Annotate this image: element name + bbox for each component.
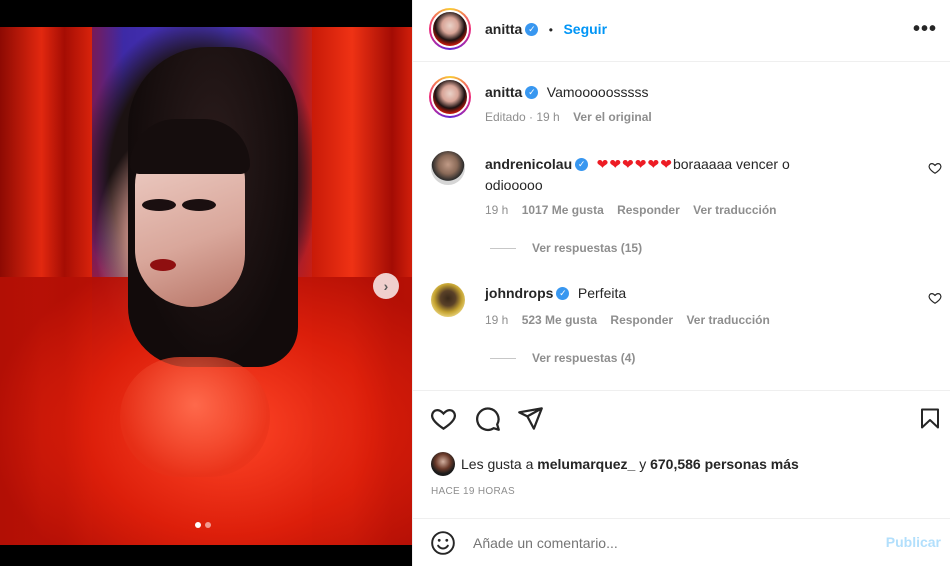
post-header: anitta ✓ • Seguir •••: [413, 0, 950, 62]
view-replies-label[interactable]: Ver respuestas (15): [532, 241, 642, 255]
caption-edited-time: Editado · 19 h: [485, 110, 560, 124]
emoji-icon[interactable]: [430, 530, 456, 556]
comment-avatar-johndrops[interactable]: [431, 283, 465, 317]
carousel-next-button[interactable]: ›: [373, 273, 399, 299]
post-photo: [0, 27, 412, 545]
chevron-right-icon: ›: [383, 278, 389, 294]
bookmark-icon[interactable]: [918, 405, 942, 432]
comment-time: 19 h: [485, 203, 509, 217]
comment-text-line2: odiooooo: [485, 177, 543, 193]
comment-andrenicolau: andrenicolau ✓ ❤❤❤❤❤❤boraaaaa vencer o od…: [485, 154, 895, 196]
caption-username[interactable]: anitta: [485, 84, 522, 100]
publish-button[interactable]: Publicar: [886, 534, 941, 550]
likes-summary: Les gusta a melumarquez_ y 670,586 perso…: [461, 456, 799, 472]
verified-icon: ✓: [575, 158, 589, 172]
comment-input[interactable]: [473, 531, 853, 555]
liker-avatar[interactable]: [431, 452, 455, 476]
more-icon[interactable]: •••: [913, 18, 937, 41]
view-replies-label[interactable]: Ver respuestas (4): [532, 351, 635, 365]
action-bar: [413, 390, 950, 440]
comment-bar: Publicar: [413, 518, 950, 566]
follow-button[interactable]: Seguir: [563, 21, 607, 37]
verified-icon: ✓: [525, 23, 539, 37]
photo-hands: [120, 357, 270, 477]
translate-link[interactable]: Ver traducción: [693, 203, 776, 217]
comment-johndrops: johndrops ✓ Perfeita: [485, 285, 626, 303]
caption-text: Vamooooosssss: [546, 84, 649, 100]
photo-eye-left: [142, 199, 176, 211]
comment-like-heart-icon[interactable]: [928, 291, 942, 305]
verified-icon: ✓: [556, 287, 570, 301]
share-icon[interactable]: [517, 405, 544, 432]
header-separator: •: [548, 23, 553, 37]
comment-username[interactable]: andrenicolau: [485, 156, 572, 172]
author-avatar[interactable]: [429, 8, 471, 50]
comment-text: Perfeita: [577, 285, 627, 301]
likes-connector: y: [639, 456, 647, 472]
photo-lips: [150, 259, 176, 271]
view-original-link[interactable]: Ver el original: [573, 110, 652, 124]
photo-eye-right: [182, 199, 216, 211]
comment-likes[interactable]: 1017 Me gusta: [522, 203, 604, 217]
carousel-dots: [195, 522, 211, 528]
comment-avatar-andrenicolau[interactable]: [431, 151, 465, 185]
comment-likes[interactable]: 523 Me gusta: [522, 313, 597, 327]
verified-icon: ✓: [525, 86, 539, 100]
carousel-dot-1: [195, 522, 201, 528]
likes-prefix: Les gusta a: [461, 456, 534, 472]
likes-count[interactable]: 670,586 personas más: [650, 456, 799, 472]
author-username[interactable]: anitta: [485, 21, 522, 37]
comment-username[interactable]: johndrops: [485, 285, 553, 301]
comment-like-heart-icon[interactable]: [928, 161, 942, 175]
comment-time: 19 h: [485, 313, 509, 327]
carousel-dot-2: [205, 522, 211, 528]
reply-button[interactable]: Responder: [617, 203, 680, 217]
post-timestamp: HACE 19 HORAS: [431, 486, 515, 497]
liker-username[interactable]: melumarquez_: [537, 456, 635, 472]
post-media: ›: [0, 0, 412, 566]
view-replies-andrenicolau[interactable]: Ver respuestas (15): [490, 241, 642, 255]
comment-icon[interactable]: [474, 405, 501, 432]
reply-button[interactable]: Responder: [610, 313, 673, 327]
post-sidebar: anitta ✓ • Seguir ••• anitta ✓ Vamooooosss…: [412, 0, 950, 566]
caption-avatar[interactable]: [429, 76, 471, 118]
heart-emojis: ❤❤❤❤❤❤: [596, 156, 673, 172]
translate-link[interactable]: Ver traducción: [686, 313, 769, 327]
comment-text-line1: boraaaaa vencer o: [672, 156, 790, 172]
caption: anitta ✓ Vamooooosssss: [485, 84, 648, 102]
view-replies-johndrops[interactable]: Ver respuestas (4): [490, 351, 635, 365]
heart-icon[interactable]: [430, 405, 457, 432]
